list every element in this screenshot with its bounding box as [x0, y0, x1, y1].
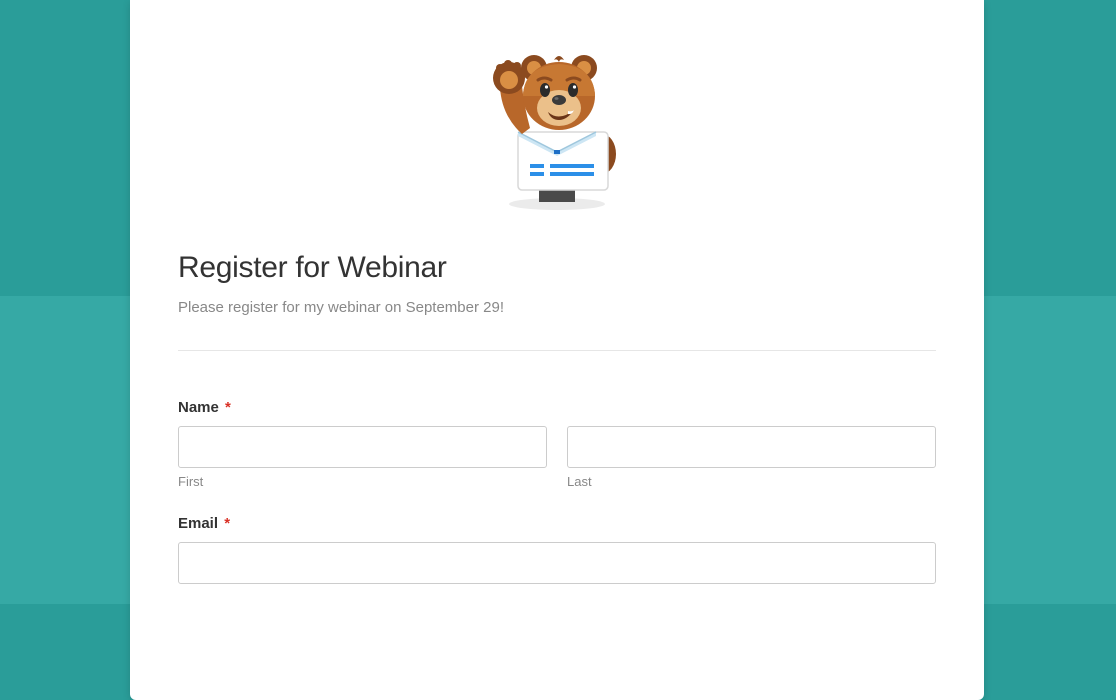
email-field-group: Email * [178, 515, 936, 584]
required-mark: * [224, 515, 230, 532]
last-name-input[interactable] [567, 426, 936, 468]
last-name-sublabel: Last [567, 474, 936, 489]
first-name-input[interactable] [178, 426, 547, 468]
email-label: Email * [178, 515, 936, 532]
first-name-sublabel: First [178, 474, 547, 489]
name-label: Name * [178, 399, 936, 416]
mascot-container [178, 36, 936, 211]
form-card: Register for Webinar Please register for… [130, 0, 984, 700]
required-mark: * [225, 399, 231, 416]
form-description: Please register for my webinar on Septem… [178, 299, 936, 316]
divider [178, 350, 936, 351]
email-input[interactable] [178, 542, 936, 584]
email-label-text: Email [178, 515, 218, 532]
name-field-group: Name * First Last [178, 399, 936, 489]
bear-mascot-icon [482, 36, 632, 211]
form-title: Register for Webinar [178, 251, 936, 285]
name-label-text: Name [178, 399, 219, 416]
